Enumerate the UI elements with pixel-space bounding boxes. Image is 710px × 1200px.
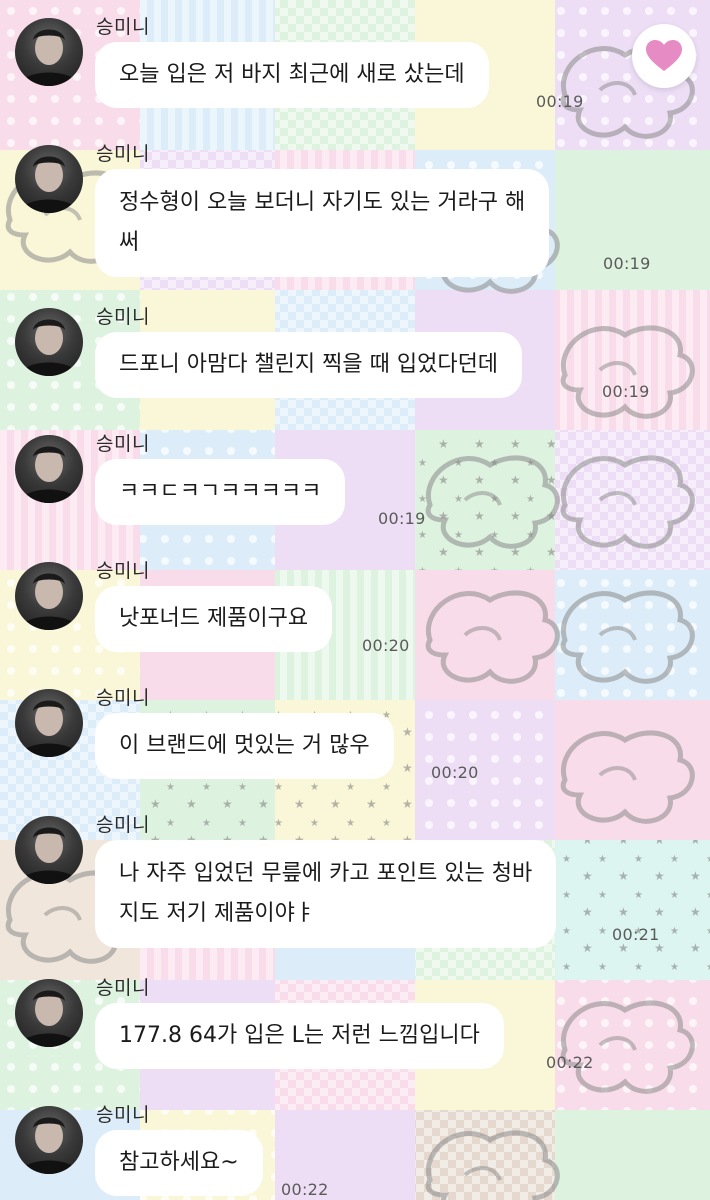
message-text: 드포니 아맘다 챌린지 찍을 때 입었다던데: [119, 352, 499, 377]
message-bubble[interactable]: 드포니 아맘다 챌린지 찍을 때 입었다던데: [95, 332, 523, 398]
avatar[interactable]: [15, 1106, 83, 1174]
avatar[interactable]: [15, 562, 83, 630]
avatar[interactable]: [15, 145, 83, 213]
avatar[interactable]: [15, 435, 83, 503]
message-text: 참고하세요~: [119, 1150, 239, 1175]
message-bubble[interactable]: 오늘 입은 저 바지 최근에 새로 샀는데: [95, 42, 489, 108]
avatar[interactable]: [15, 689, 83, 757]
message-text-line-1: 정수형이 오늘 보더니 자기도 있는 거라구 해: [119, 190, 526, 215]
message-bubble[interactable]: ㅋㅋㄷㅋㄱㅋㅋㅋㅋㅋ: [95, 459, 346, 525]
sender-name: 승미니: [96, 306, 150, 328]
message-bubble[interactable]: 낫포너드 제품이구요: [95, 586, 333, 652]
chat-list: 승미니 오늘 입은 저 바지 최근에 새로 샀는데 00:19 승미니 정수형이…: [0, 0, 710, 1200]
sender-name: 승미니: [96, 143, 150, 165]
message-text: 177.8 64가 입은 L는 저런 느낌입니다: [119, 1023, 480, 1048]
message-text-line-2: 써: [119, 230, 140, 255]
message-text: 이 브랜드에 멋있는 거 많우: [119, 733, 370, 758]
timestamp: 00:20: [362, 636, 410, 655]
sender-name: 승미니: [96, 977, 150, 999]
message-text-line-1: 나 자주 입었던 무릎에 카고 포인트 있는 청바: [119, 861, 533, 886]
message-bubble[interactable]: 참고하세요~: [95, 1130, 263, 1196]
avatar[interactable]: [15, 308, 83, 376]
sender-name: 승미니: [96, 814, 150, 836]
message-text: ㅋㅋㄷㅋㄱㅋㅋㅋㅋㅋ: [119, 479, 322, 504]
timestamp: 00:19: [536, 92, 584, 111]
message-text-line-2: 지도 저기 제품이야ㅑ: [119, 901, 316, 926]
heart-button[interactable]: [632, 24, 696, 88]
message-bubble[interactable]: 정수형이 오늘 보더니 자기도 있는 거라구 해 써: [95, 169, 550, 277]
timestamp: 00:22: [281, 1180, 329, 1199]
avatar[interactable]: [15, 18, 83, 86]
message-bubble[interactable]: 나 자주 입었던 무릎에 카고 포인트 있는 청바 지도 저기 제품이야ㅑ: [95, 840, 557, 948]
avatar[interactable]: [15, 816, 83, 884]
heart-icon: [646, 40, 682, 71]
timestamp: 00:19: [602, 382, 650, 401]
timestamp: 00:19: [378, 509, 426, 528]
sender-name: 승미니: [96, 16, 150, 38]
timestamp: 00:22: [546, 1053, 594, 1072]
message-text: 낫포너드 제품이구요: [119, 606, 309, 631]
timestamp: 00:21: [612, 925, 660, 944]
timestamp: 00:19: [603, 254, 651, 273]
message-bubble[interactable]: 177.8 64가 입은 L는 저런 느낌입니다: [95, 1003, 504, 1069]
message-bubble[interactable]: 이 브랜드에 멋있는 거 많우: [95, 713, 394, 779]
avatar[interactable]: [15, 979, 83, 1047]
timestamp: 00:20: [431, 763, 479, 782]
message-text: 오늘 입은 저 바지 최근에 새로 샀는데: [119, 62, 465, 87]
sender-name: 승미니: [96, 687, 150, 709]
sender-name: 승미니: [96, 433, 150, 455]
sender-name: 승미니: [96, 1104, 150, 1126]
sender-name: 승미니: [96, 560, 150, 582]
